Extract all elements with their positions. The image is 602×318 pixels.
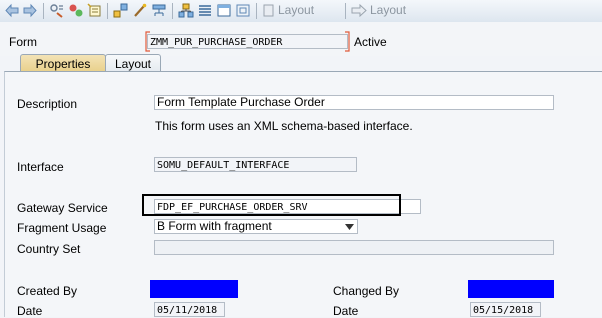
changed-by-label: Changed By	[333, 284, 400, 298]
created-by-label: Created By	[17, 284, 78, 298]
interface-label: Interface	[17, 160, 64, 174]
object-list-icon[interactable]	[87, 3, 103, 18]
where-used-icon[interactable]	[151, 3, 167, 18]
changed-by-redacted-field	[468, 280, 554, 298]
schema-note-text: This form uses an XML schema-based inter…	[155, 119, 413, 133]
display-change-icon[interactable]	[49, 3, 65, 18]
created-date-field[interactable]: 05/11/2018	[154, 302, 225, 317]
toolbar-separator	[43, 3, 44, 19]
toolbar-separator	[256, 3, 257, 19]
hierarchy-icon[interactable]	[113, 3, 129, 18]
fragment-usage-select[interactable]: B Form with fragment	[154, 219, 358, 234]
gateway-service-label: Gateway Service	[17, 201, 108, 215]
forward-arrow-icon[interactable]	[22, 3, 38, 18]
layout-button-1-label: Layout	[278, 3, 315, 17]
fragment-usage-value: B Form with fragment	[157, 219, 272, 233]
frame-icon[interactable]	[235, 3, 251, 18]
country-set-field[interactable]	[154, 240, 554, 255]
toolbar-separator	[172, 3, 173, 19]
required-bracket-right-icon	[345, 31, 350, 52]
status-text: Active	[354, 35, 387, 49]
back-arrow-icon[interactable]	[4, 3, 20, 18]
description-label: Description	[17, 97, 78, 111]
required-bracket-left-icon	[145, 31, 150, 52]
toolbar-separator	[107, 3, 108, 19]
layout-doc-icon	[263, 4, 274, 17]
description-field[interactable]: Form Template Purchase Order	[154, 95, 554, 110]
dropdown-arrow-icon[interactable]	[345, 224, 354, 230]
interface-field[interactable]: SOMU_DEFAULT_INTERFACE	[154, 157, 357, 172]
window-icon[interactable]	[216, 3, 232, 18]
gateway-highlight-box	[142, 194, 401, 216]
changed-date-field[interactable]: 05/15/2018	[470, 302, 541, 317]
form-header-row: Form ZMM_PUR_PURCHASE_ORDER Active	[0, 22, 602, 56]
layout-button-2-label: Layout	[370, 3, 407, 17]
tab-layout-label: Layout	[114, 57, 152, 71]
country-set-label: Country Set	[17, 242, 81, 256]
fragment-usage-label: Fragment Usage	[17, 221, 107, 235]
form-name-field[interactable]: ZMM_PUR_PURCHASE_ORDER	[147, 34, 348, 49]
layout-tree-icon[interactable]	[178, 3, 194, 18]
layout-list-icon[interactable]	[197, 3, 213, 18]
form-label: Form	[9, 35, 37, 49]
edit-wand-icon[interactable]	[132, 3, 148, 18]
tab-properties-label: Properties	[35, 57, 91, 71]
layout-button-1[interactable]: Layout	[262, 3, 338, 18]
activate-icon[interactable]	[68, 3, 84, 18]
created-by-redacted-field	[150, 280, 238, 298]
properties-panel: Description Form Template Purchase Order…	[4, 71, 602, 318]
toolbar-separator	[345, 3, 346, 19]
layout-arrow-icon	[351, 4, 367, 17]
application-toolbar: Layout Layout	[0, 0, 602, 23]
layout-button-2[interactable]: Layout	[351, 3, 431, 18]
